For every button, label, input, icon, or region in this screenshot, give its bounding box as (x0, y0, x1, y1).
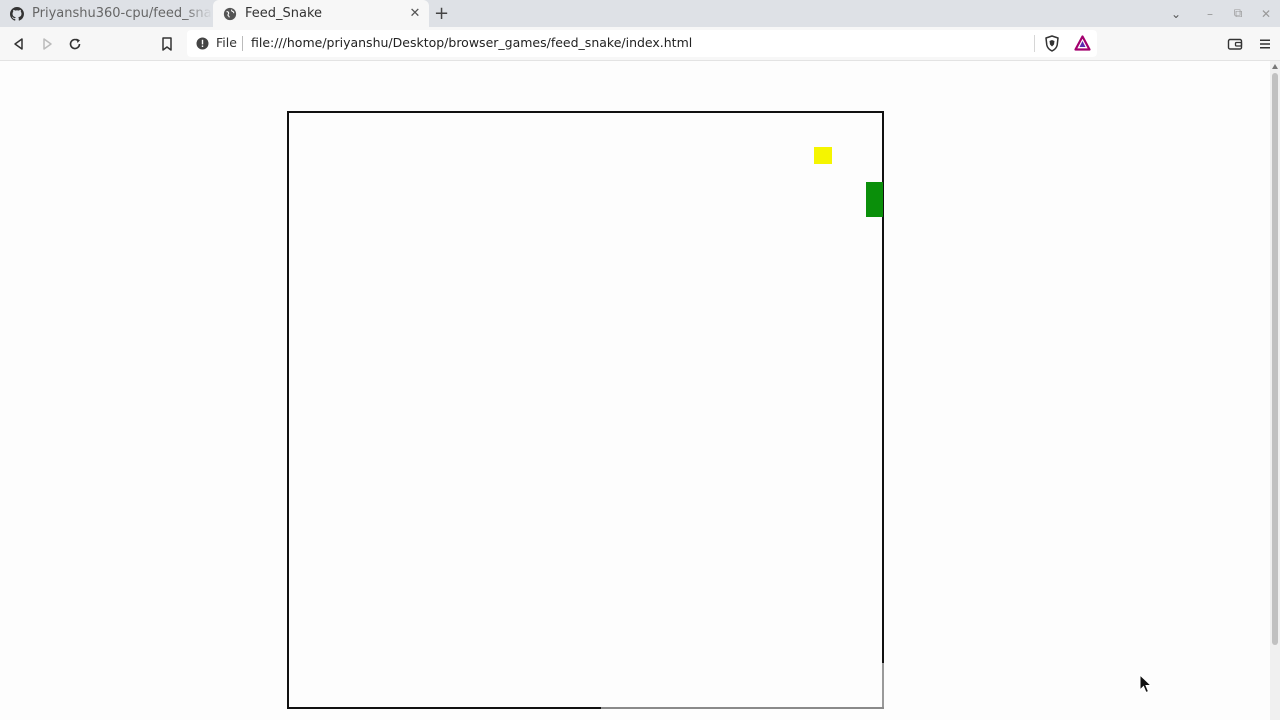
scheme-separator (242, 36, 243, 51)
info-icon[interactable] (196, 37, 209, 50)
snake (866, 182, 883, 217)
mouse-cursor-icon (1139, 674, 1153, 694)
menu-button[interactable] (1255, 34, 1275, 54)
new-tab-button[interactable]: + (432, 4, 451, 23)
tab-title: Priyanshu360-cpu/feed_snake (32, 6, 212, 21)
tab-strip: Priyanshu360-cpu/feed_snake Feed_Snake ✕… (0, 0, 1280, 27)
browser-window: Priyanshu360-cpu/feed_snake Feed_Snake ✕… (0, 0, 1280, 720)
maximize-icon[interactable]: ⧉ (1224, 0, 1252, 27)
board-edge-right-fade (882, 663, 884, 709)
scheme-label: File (216, 35, 237, 50)
reload-button[interactable] (65, 34, 85, 54)
page-content (0, 61, 1270, 720)
tab-search-icon[interactable]: ⌄ (1162, 0, 1190, 27)
wallet-button[interactable] (1225, 34, 1245, 54)
omnibox-divider (1034, 35, 1035, 52)
board-edge-bottom-fade (601, 707, 884, 709)
close-window-icon[interactable]: ✕ (1252, 0, 1280, 27)
hamburger-menu-icon (1260, 39, 1270, 49)
address-bar[interactable]: File file:///home/priyanshu/Desktop/brow… (187, 30, 1097, 57)
back-arrow-icon (14, 38, 23, 50)
minimize-icon[interactable]: – (1196, 0, 1224, 27)
vertical-scrollbar[interactable] (1270, 61, 1280, 720)
reload-icon (69, 38, 81, 50)
browser-toolbar: File file:///home/priyanshu/Desktop/brow… (0, 27, 1280, 61)
bookmark-icon (162, 37, 172, 51)
globe-icon (223, 7, 237, 20)
scroll-up-arrow-icon[interactable] (1272, 64, 1278, 69)
url-text[interactable]: file:///home/priyanshu/Desktop/browser_g… (251, 35, 692, 50)
tab-github-repo[interactable]: Priyanshu360-cpu/feed_snake (0, 0, 212, 27)
brave-shield-icon[interactable] (1044, 35, 1060, 52)
food-block (814, 147, 832, 164)
bookmark-button[interactable] (157, 34, 177, 54)
game-board[interactable] (287, 111, 884, 709)
tab-feed-snake[interactable]: Feed_Snake ✕ (213, 0, 429, 27)
close-tab-icon[interactable]: ✕ (407, 6, 423, 22)
wallet-icon (1227, 38, 1243, 50)
back-button[interactable] (9, 34, 29, 54)
scrollbar-thumb[interactable] (1272, 73, 1278, 645)
brave-rewards-icon[interactable] (1074, 35, 1091, 51)
tab-title: Feed_Snake (245, 6, 323, 21)
forward-arrow-icon (43, 38, 52, 50)
github-icon (10, 6, 24, 21)
forward-button[interactable] (37, 34, 57, 54)
window-controls: ⌄ – ⧉ ✕ (1162, 0, 1280, 27)
